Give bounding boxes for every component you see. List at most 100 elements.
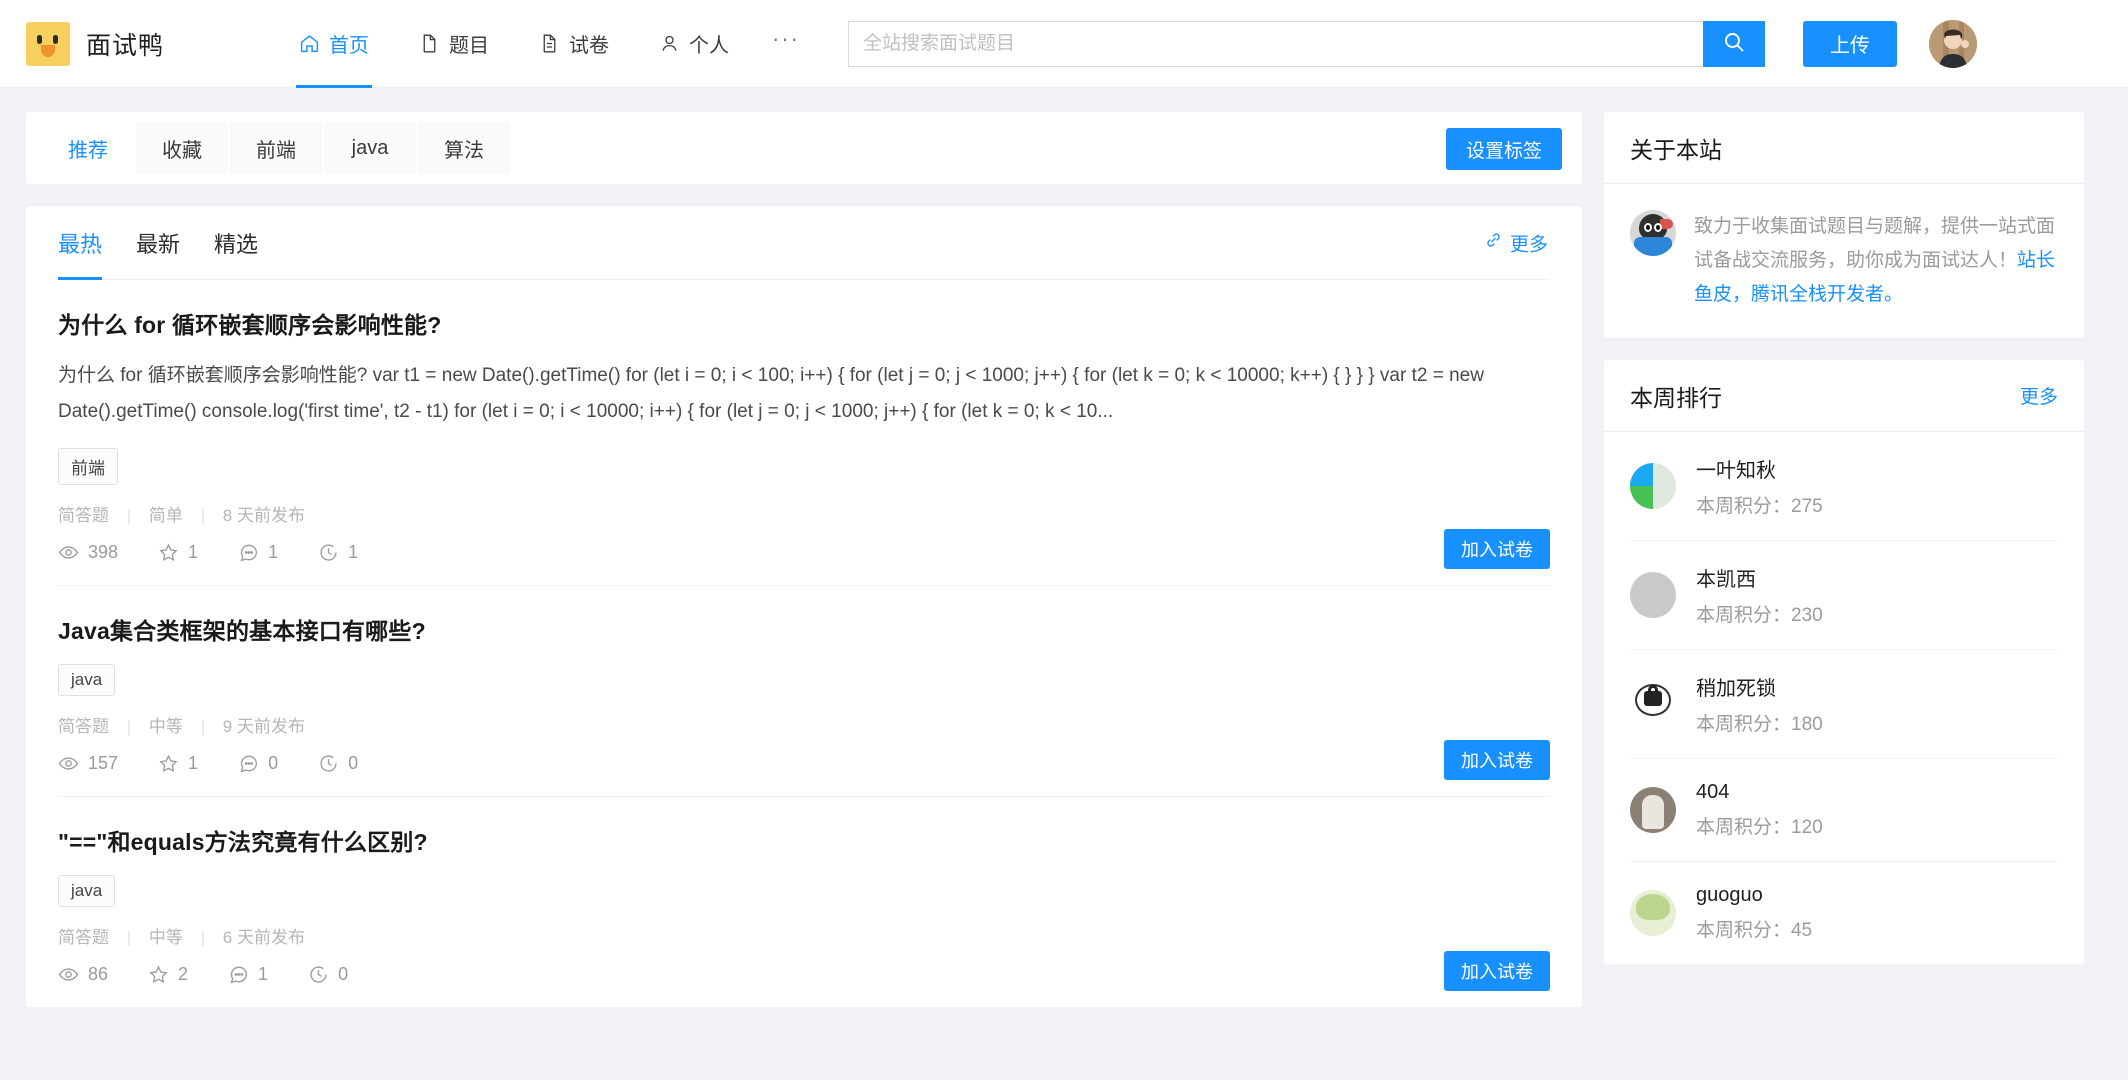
list-item[interactable]: guoguo 本周积分：45: [1630, 862, 2058, 964]
question-difficulty: 中等: [148, 928, 183, 947]
add-to-paper-button[interactable]: 加入试卷: [1444, 951, 1550, 991]
nav-item-home[interactable]: 首页: [274, 0, 394, 88]
question-tag[interactable]: 前端: [58, 448, 118, 485]
question-published: 8 天前发布: [222, 506, 305, 525]
tag-chip-recommend[interactable]: 推荐: [42, 122, 134, 174]
rank-user-name[interactable]: guoguo: [1696, 884, 1812, 907]
ranking-panel: 本周排行 更多 一叶知秋 本周积分：275 本凯西 本周积分：230 稍加死锁 …: [1604, 360, 2084, 964]
stat-views: 398: [58, 542, 118, 563]
question-tags: java: [58, 664, 1550, 696]
user-icon: [659, 33, 680, 54]
list-header: 最热 最新 精选 更多: [58, 206, 1550, 280]
tag-chip-frontend[interactable]: 前端: [230, 122, 322, 174]
upload-button[interactable]: 上传: [1803, 20, 1897, 67]
comments-count: 1: [268, 542, 279, 562]
search-input[interactable]: [848, 20, 1703, 67]
rank-avatar: [1630, 681, 1676, 727]
ranking-panel-header: 本周排行 更多: [1604, 360, 2084, 432]
list-item[interactable]: 稍加死锁 本周积分：180: [1630, 650, 2058, 759]
right-sidebar: 关于本站 致力于收集面试题目与题解，提供一站式面试备战交流服务，助你成为面试达人…: [1604, 112, 2084, 1007]
rank-score: 本周积分：275: [1696, 491, 1823, 518]
link-icon: [1484, 230, 1503, 255]
search-button[interactable]: [1703, 20, 1765, 67]
comments-count: 0: [268, 753, 279, 773]
tab-featured[interactable]: 精选: [214, 206, 258, 280]
about-panel-header: 关于本站: [1604, 112, 2084, 184]
rank-info: guoguo 本周积分：45: [1696, 884, 1812, 942]
question-title[interactable]: 为什么 for 循环嵌套顺序会影响性能?: [58, 306, 1550, 340]
list-item[interactable]: 404 本周积分：120: [1630, 759, 2058, 862]
rank-avatar: [1630, 787, 1676, 833]
nav-item-papers[interactable]: 试卷: [514, 0, 634, 88]
question-meta: 简答题 | 简单 | 8 天前发布: [58, 501, 1550, 526]
rank-score-label: 本周积分：: [1696, 714, 1792, 735]
rank-info: 404 本周积分：120: [1696, 781, 1823, 839]
tag-chip-algorithm[interactable]: 算法: [418, 122, 510, 174]
tag-chip-java[interactable]: java: [324, 122, 416, 174]
stat-views: 157: [58, 753, 118, 774]
rank-score-label: 本周积分：: [1696, 496, 1792, 517]
rank-score-value: 180: [1791, 714, 1823, 735]
rank-info: 本凯西 本周积分：230: [1696, 563, 1823, 627]
stat-comments: 1: [238, 542, 278, 563]
question-stats: 398 1 1 1: [58, 542, 1550, 563]
rank-score: 本周积分：230: [1696, 600, 1823, 627]
search-area: [848, 20, 1765, 67]
paper-icon: [539, 33, 560, 54]
list-item[interactable]: 一叶知秋 本周积分：275: [1630, 432, 2058, 541]
rank-info: 稍加死锁 本周积分：180: [1696, 672, 1823, 736]
rank-user-name[interactable]: 404: [1696, 781, 1823, 804]
tag-chip-favorites[interactable]: 收藏: [136, 122, 228, 174]
brand-title: 面试鸭: [86, 31, 165, 60]
nav-more-icon[interactable]: ···: [754, 27, 818, 50]
about-row: 致力于收集面试题目与题解，提供一站式面试备战交流服务，助你成为面试达人！站长鱼皮…: [1630, 210, 2058, 312]
rank-user-name[interactable]: 本凯西: [1696, 563, 1823, 592]
tab-newest[interactable]: 最新: [136, 206, 180, 280]
more-link[interactable]: 更多: [1484, 229, 1548, 256]
question-tags: 前端: [58, 448, 1550, 485]
question-description: 为什么 for 循环嵌套顺序会影响性能? var t1 = new Date()…: [58, 365, 1484, 422]
rank-user-name[interactable]: 一叶知秋: [1696, 454, 1823, 483]
tag-chip-group: 推荐 收藏 前端 java 算法: [42, 122, 510, 174]
question-item[interactable]: "=="和equals方法究竟有什么区别? java 简答题 | 中等 | 6 …: [58, 797, 1550, 1007]
brand[interactable]: 面试鸭: [26, 21, 165, 66]
add-to-paper-button[interactable]: 加入试卷: [1444, 740, 1550, 780]
rank-score: 本周积分：120: [1696, 812, 1823, 839]
file-icon: [419, 33, 440, 54]
question-meta: 简答题 | 中等 | 9 天前发布: [58, 712, 1550, 737]
question-title[interactable]: "=="和equals方法究竟有什么区别?: [58, 823, 1550, 857]
nav-item-questions[interactable]: 题目: [394, 0, 514, 88]
rank-score: 本周积分：45: [1696, 915, 1812, 942]
home-icon: [299, 33, 320, 54]
add-to-paper-button[interactable]: 加入试卷: [1444, 529, 1550, 569]
set-tags-button[interactable]: 设置标签: [1445, 128, 1562, 170]
question-item[interactable]: Java集合类框架的基本接口有哪些? java 简答题 | 中等 | 9 天前发…: [58, 586, 1550, 797]
question-item[interactable]: 为什么 for 循环嵌套顺序会影响性能? 为什么 for 循环嵌套顺序会影响性能…: [58, 280, 1550, 586]
search-icon: [1722, 30, 1746, 57]
avatar[interactable]: [1929, 19, 1977, 68]
about-link-role[interactable]: 腾讯全栈开发者。: [1751, 284, 1903, 305]
rank-user-name[interactable]: 稍加死锁: [1696, 672, 1823, 701]
history-count: 0: [348, 753, 359, 773]
question-tag[interactable]: java: [58, 664, 116, 696]
star-icon: [158, 753, 179, 774]
stars-count: 1: [188, 753, 199, 773]
list-item[interactable]: 本凯西 本周积分：230: [1630, 541, 2058, 650]
stars-count: 2: [178, 964, 189, 984]
question-stats: 86 2 1 0: [58, 964, 1550, 985]
question-title[interactable]: Java集合类框架的基本接口有哪些?: [58, 612, 1550, 646]
comment-icon: [228, 964, 249, 985]
ranking-more-link[interactable]: 更多: [2020, 382, 2058, 409]
stat-history: 0: [318, 753, 358, 774]
stat-stars: 2: [148, 964, 188, 985]
rank-score: 本周积分：180: [1696, 709, 1823, 736]
meta-separator: |: [126, 506, 132, 525]
nav-item-profile[interactable]: 个人: [634, 0, 754, 88]
question-difficulty: 简单: [148, 506, 183, 525]
eye-icon: [58, 542, 79, 563]
tab-hottest[interactable]: 最热: [58, 206, 103, 280]
star-icon: [158, 542, 179, 563]
question-tag[interactable]: java: [58, 875, 116, 907]
rank-score-label: 本周积分：: [1696, 920, 1792, 941]
about-text: 致力于收集面试题目与题解，提供一站式面试备战交流服务，助你成为面试达人！站长鱼皮…: [1694, 210, 2058, 312]
